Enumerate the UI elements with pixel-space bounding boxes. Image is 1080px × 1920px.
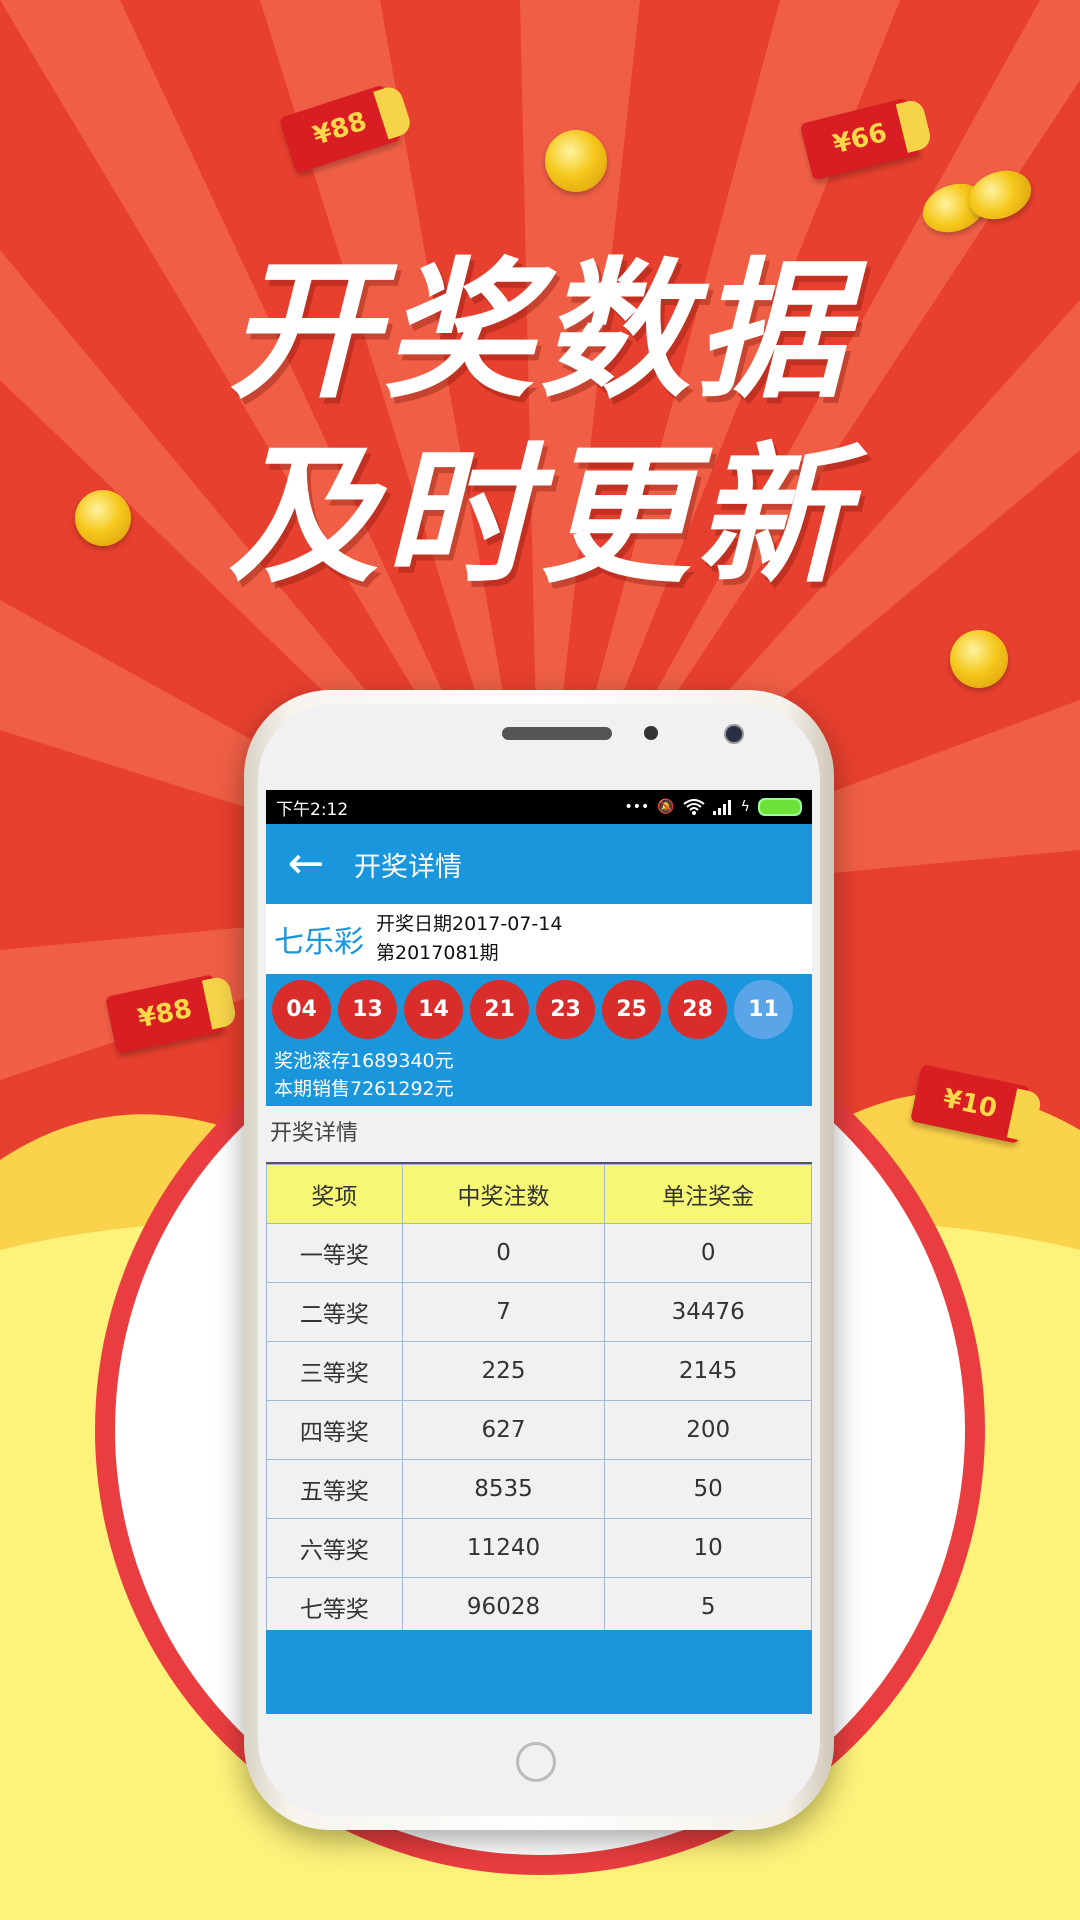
app-bar: ← 开奖详情 — [266, 824, 812, 904]
mute-bell-icon: 🔕 — [657, 799, 675, 815]
table-row: 三等奖 225 2145 — [266, 1341, 812, 1401]
prize-amount: 50 — [604, 1459, 812, 1519]
prize-level: 三等奖 — [266, 1341, 403, 1401]
sales-amount: 本期销售7261292元 — [274, 1078, 454, 1100]
status-icons: ••• 🔕 ϟ — [625, 798, 802, 816]
red-ball: 25 — [602, 980, 661, 1039]
draw-date: 开奖日期2017-07-14 — [376, 913, 563, 935]
winner-count: 7 — [401, 1282, 606, 1342]
prize-amount: 5 — [604, 1577, 812, 1637]
prize-level: 五等奖 — [266, 1459, 403, 1519]
red-ball: 14 — [404, 980, 463, 1039]
red-ball: 23 — [536, 980, 595, 1039]
more-icon: ••• — [624, 799, 650, 815]
winner-count: 225 — [401, 1341, 606, 1401]
draw-issue: 第2017081期 — [376, 942, 499, 964]
table-row: 六等奖 11240 10 — [266, 1518, 812, 1578]
table-header-row: 奖项 中奖注数 单注奖金 — [266, 1164, 812, 1224]
gold-coin-decoration — [75, 490, 131, 546]
back-arrow-icon[interactable]: ← — [266, 824, 346, 904]
headline-line-2: 及时更新 — [227, 430, 852, 604]
prize-amount: 34476 — [604, 1282, 812, 1342]
prize-level: 四等奖 — [266, 1400, 403, 1460]
battery-icon — [758, 798, 802, 816]
prize-level: 二等奖 — [266, 1282, 403, 1342]
special-ball: 11 — [734, 980, 793, 1039]
status-time: 下午2:12 — [276, 799, 349, 820]
status-bar: 下午2:12 ••• 🔕 ϟ — [266, 790, 812, 824]
column-header: 奖项 — [266, 1164, 403, 1224]
result-panel: 04 13 14 21 23 25 28 11 奖池滚存1689340元 本期销… — [266, 974, 812, 1106]
lottery-header: 七乐彩 开奖日期2017-07-14 第2017081期 — [266, 904, 812, 974]
wifi-icon — [683, 799, 705, 815]
red-ball: 21 — [470, 980, 529, 1039]
prize-amount: 10 — [604, 1518, 812, 1578]
prize-amount: 200 — [604, 1400, 812, 1460]
details-section-title: 开奖详情 — [266, 1106, 812, 1164]
table-row: 七等奖 96028 5 — [266, 1577, 812, 1637]
red-ball: 13 — [338, 980, 397, 1039]
winner-count: 8535 — [401, 1459, 606, 1519]
table-row: 二等奖 7 34476 — [266, 1282, 812, 1342]
app-bar-title: 开奖详情 — [354, 851, 462, 883]
winner-count: 96028 — [401, 1577, 606, 1637]
lottery-name: 七乐彩 — [274, 925, 364, 960]
table-row: 四等奖 627 200 — [266, 1400, 812, 1460]
gold-coin-decoration — [545, 130, 607, 192]
table-row: 五等奖 8535 50 — [266, 1459, 812, 1519]
phone-screen: 下午2:12 ••• 🔕 ϟ ← 开奖详情 七乐彩 开奖日期2017-07-14… — [266, 790, 812, 1714]
signal-icon — [712, 800, 731, 815]
column-header: 单注奖金 — [604, 1164, 812, 1224]
prize-level: 一等奖 — [266, 1223, 403, 1283]
column-header: 中奖注数 — [401, 1164, 606, 1224]
prize-amount: 0 — [604, 1223, 812, 1283]
bottom-banner — [266, 1630, 812, 1714]
prize-table: 奖项 中奖注数 单注奖金 一等奖 0 0 二等奖 7 34476 三等奖 225… — [266, 1164, 812, 1637]
prize-level: 七等奖 — [266, 1577, 403, 1637]
pool-info: 奖池滚存1689340元 本期销售7261292元 — [266, 1047, 812, 1103]
red-ball: 04 — [272, 980, 331, 1039]
prize-amount: 2145 — [604, 1341, 812, 1401]
winner-count: 627 — [401, 1400, 606, 1460]
front-camera — [724, 724, 744, 744]
proximity-sensor — [644, 726, 658, 740]
home-button[interactable] — [516, 1742, 556, 1782]
table-row: 一等奖 0 0 — [266, 1223, 812, 1283]
winning-balls: 04 13 14 21 23 25 28 11 — [266, 980, 812, 1039]
prize-pool: 奖池滚存1689340元 — [274, 1050, 454, 1072]
winner-count: 0 — [401, 1223, 606, 1283]
lottery-meta: 开奖日期2017-07-14 第2017081期 — [376, 910, 562, 968]
phone-speaker — [502, 727, 612, 740]
red-ball: 28 — [668, 980, 727, 1039]
charging-icon: ϟ — [740, 799, 750, 815]
prize-level: 六等奖 — [266, 1518, 403, 1578]
winner-count: 11240 — [401, 1518, 606, 1578]
gold-coin-decoration — [950, 630, 1008, 688]
